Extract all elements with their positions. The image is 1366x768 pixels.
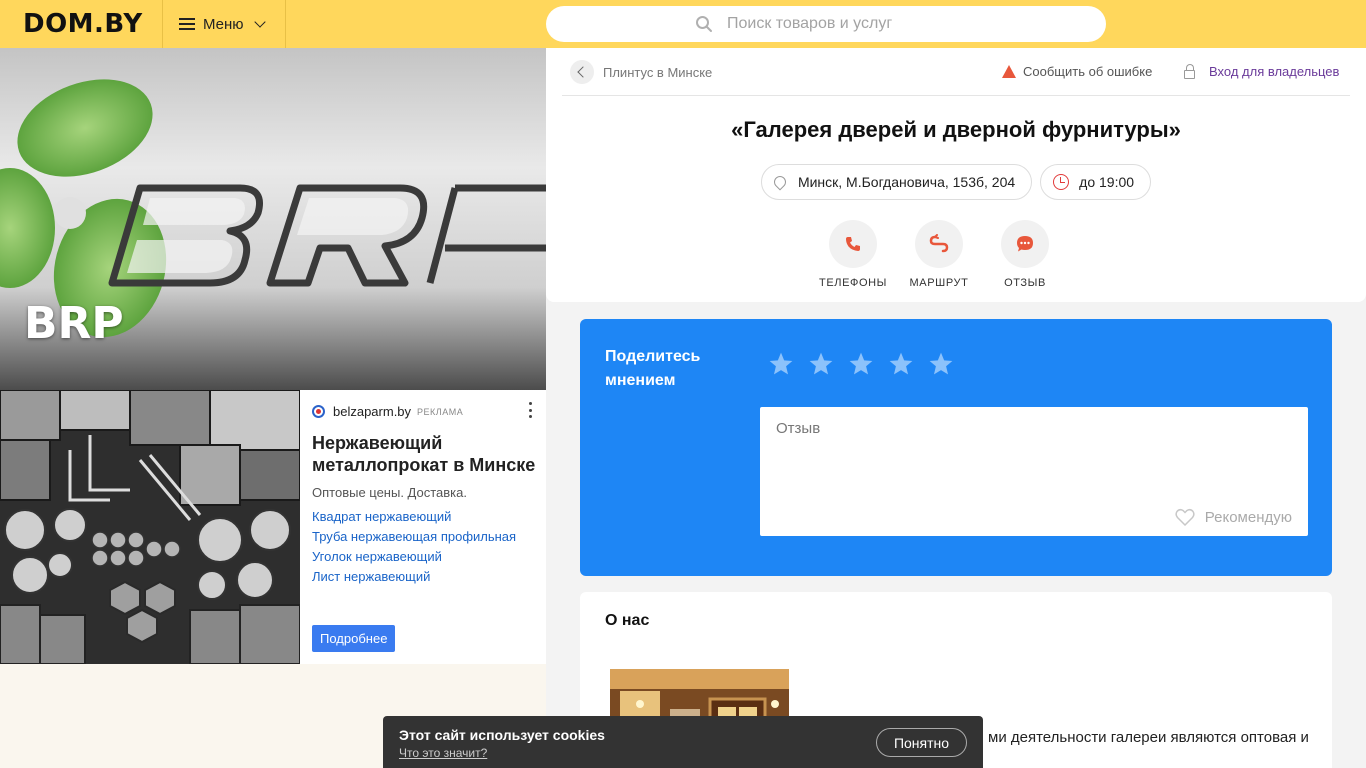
company-cover: BRP — [0, 48, 546, 390]
owners-login-link[interactable]: Вход для владельцев — [1184, 63, 1340, 79]
comment-icon — [1017, 236, 1033, 252]
heart-icon — [1175, 508, 1195, 526]
ad-link-square[interactable]: Квадрат нержавеющий — [312, 509, 516, 525]
ad-link-sheet[interactable]: Лист нержавеющий — [312, 569, 516, 585]
review-label: ОТЗЫВ — [1004, 277, 1046, 289]
cookie-accept-button[interactable]: Понятно — [876, 728, 967, 757]
company-card: Плинтус в Минске Сообщить об ошибке Вход… — [546, 48, 1366, 302]
info-chips: Минск, М.Богдановича, 153б, 204 до 19:00 — [546, 164, 1366, 200]
menu-label: Меню — [203, 15, 244, 33]
address-chip[interactable]: Минск, М.Богдановича, 153б, 204 — [760, 164, 1033, 200]
phones-button[interactable]: ТЕЛЕФОНЫ — [819, 220, 886, 289]
advertisement[interactable]: belzaparm.by РЕКЛАМА Нержавеющий металло… — [0, 390, 546, 664]
ad-more-button[interactable]: Подробнее — [312, 625, 396, 652]
ad-link-corner[interactable]: Уголок нержавеющий — [312, 549, 516, 565]
search-icon — [696, 16, 712, 32]
star-icon-2[interactable] — [808, 351, 834, 377]
ad-link-profile-pipe[interactable]: Труба нержавеющая профильная — [312, 529, 516, 545]
review-input-box: Рекомендую — [760, 407, 1308, 536]
more-options-icon[interactable] — [528, 402, 532, 418]
ad-image-metal-profiles[interactable] — [0, 390, 300, 664]
route-button[interactable]: МАРШРУТ — [910, 220, 968, 289]
ad-domain: belzaparm.by — [333, 404, 412, 419]
star-icon-5[interactable] — [928, 351, 954, 377]
hours-chip[interactable]: до 19:00 — [1040, 164, 1152, 200]
star-icon-4[interactable] — [888, 351, 914, 377]
breadcrumb[interactable]: Плинтус в Минске — [570, 60, 712, 84]
about-text: ми деятельности галереи являются оптовая… — [988, 729, 1309, 746]
cookie-message: Этот сайт использует cookies — [399, 727, 605, 743]
top-header: DOM.BY Меню — [0, 0, 1366, 48]
review-block: Поделитесь мнением Рекомендую — [580, 319, 1332, 576]
ad-content: belzaparm.by РЕКЛАМА Нержавеющий металло… — [312, 390, 538, 664]
chevron-down-icon — [253, 16, 266, 28]
ad-title[interactable]: Нержавеющий металлопрокат в Минске — [312, 432, 538, 476]
recommend-label: Рекомендую — [1204, 508, 1292, 526]
phones-label: ТЕЛЕФОНЫ — [819, 277, 888, 289]
clock-icon — [1053, 174, 1070, 190]
lock-icon — [1184, 63, 1195, 79]
menu-button[interactable]: Меню — [162, 0, 286, 48]
warning-icon — [1002, 65, 1016, 78]
site-logo[interactable]: DOM.BY — [23, 9, 143, 39]
action-buttons: ТЕЛЕФОНЫ МАРШРУТ ОТЗЫВ — [529, 220, 1349, 289]
route-label: МАРШРУТ — [909, 277, 969, 289]
hamburger-icon — [179, 18, 195, 30]
address-label: Минск, М.Богдановича, 153б, 204 — [797, 174, 1016, 190]
back-arrow-icon[interactable] — [570, 60, 594, 84]
phone-icon — [846, 237, 860, 251]
search-input[interactable] — [727, 15, 927, 33]
star-icon-3[interactable] — [848, 351, 874, 377]
route-icon — [929, 234, 949, 253]
about-heading: О нас — [605, 612, 650, 629]
cookie-info-link[interactable]: Что это значит? — [399, 746, 487, 760]
review-button[interactable]: ОТЗЫВ — [996, 220, 1054, 289]
divider — [562, 95, 1350, 96]
breadcrumb-label[interactable]: Плинтус в Минске — [603, 65, 712, 80]
favicon-icon — [312, 405, 325, 418]
review-heading: Поделитесь мнением — [605, 348, 701, 389]
hours-label: до 19:00 — [1079, 174, 1135, 190]
cookie-banner: Этот сайт использует cookies Что это зна… — [383, 716, 983, 768]
location-pin-icon — [771, 173, 789, 191]
company-name: BRP — [24, 298, 124, 349]
report-error-link[interactable]: Сообщить об ошибке — [1002, 64, 1152, 79]
search-bar[interactable] — [546, 6, 1106, 42]
ad-tag: РЕКЛАМА — [417, 406, 464, 417]
ad-description: Оптовые цены. Доставка. — [312, 485, 467, 500]
page-title: «Галерея дверей и дверной фурнитуры» — [731, 117, 1181, 142]
report-error-label: Сообщить об ошибке — [1023, 64, 1153, 79]
rating-stars — [768, 351, 954, 377]
ad-links: Квадрат нержавеющий Труба нержавеющая пр… — [312, 509, 516, 585]
ad-source[interactable]: belzaparm.by РЕКЛАМА — [312, 404, 463, 419]
owners-login-label: Вход для владельцев — [1209, 64, 1340, 79]
recommend-toggle[interactable]: Рекомендую — [1175, 508, 1292, 526]
star-icon-1[interactable] — [768, 351, 794, 377]
